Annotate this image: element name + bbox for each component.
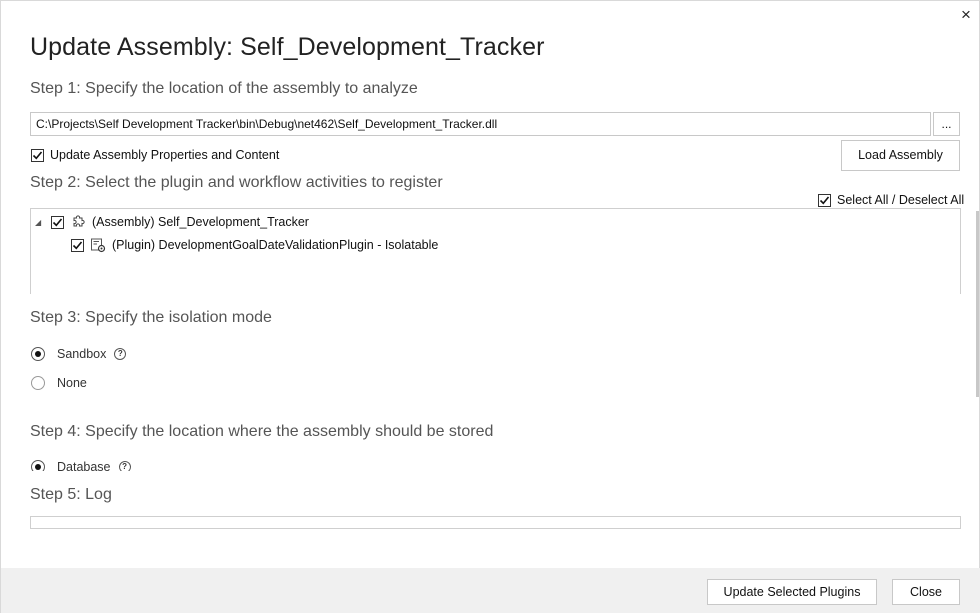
log-output — [30, 516, 961, 529]
step4-heading: Step 4: Specify the location where the a… — [30, 423, 494, 440]
puzzle-icon — [73, 215, 85, 227]
step5-heading: Step 5: Log — [30, 486, 112, 503]
close-button[interactable]: Close — [892, 579, 960, 605]
plugin-gear-icon — [91, 238, 106, 253]
tree-node-plugin[interactable]: (Plugin) DevelopmentGoalDateValidationPl… — [71, 237, 438, 253]
sandbox-radio[interactable] — [31, 347, 45, 361]
scrollbar[interactable] — [976, 211, 979, 397]
checkmark-icon — [32, 150, 43, 159]
update-selected-plugins-button[interactable]: Update Selected Plugins — [707, 579, 877, 605]
checkmark-icon — [72, 240, 83, 249]
sandbox-label: Sandbox — [57, 347, 107, 361]
database-label: Database — [57, 460, 111, 471]
plugin-node-checkbox[interactable] — [71, 238, 84, 252]
update-properties-checkbox-row[interactable]: Update Assembly Properties and Content — [31, 148, 279, 162]
isolation-none-option[interactable]: None — [31, 376, 87, 390]
none-label: None — [57, 376, 87, 390]
help-icon[interactable]: ? — [114, 348, 127, 360]
isolation-sandbox-option[interactable]: Sandbox ? — [31, 347, 127, 361]
browse-button[interactable]: ... — [933, 112, 960, 136]
update-properties-label: Update Assembly Properties and Content — [50, 148, 280, 162]
plugin-tree: ◢ (Assembly) Self_Development_Tracker (P… — [30, 208, 961, 294]
close-icon[interactable]: × — [957, 6, 975, 24]
step1-heading: Step 1: Specify the location of the asse… — [30, 80, 418, 97]
database-radio[interactable] — [31, 460, 45, 471]
assembly-path-input[interactable] — [30, 112, 931, 136]
tree-node-assembly[interactable]: ◢ (Assembly) Self_Development_Tracker — [35, 214, 309, 230]
tree-node-label: (Assembly) Self_Development_Tracker — [92, 215, 309, 229]
storage-options-clipped: Database ? — [1, 456, 601, 471]
none-radio[interactable] — [31, 376, 45, 390]
step2-heading: Step 2: Select the plugin and workflow a… — [30, 174, 443, 191]
tree-node-label: (Plugin) DevelopmentGoalDateValidationPl… — [112, 238, 439, 252]
update-assembly-dialog: × Update Assembly: Self_Development_Trac… — [0, 0, 980, 613]
expand-collapse-icon[interactable]: ◢ — [35, 218, 45, 227]
dialog-footer: Update Selected Plugins Close — [1, 568, 980, 613]
select-all-checkbox-row[interactable]: Select All / Deselect All — [818, 193, 964, 207]
storage-database-option[interactable]: Database ? — [31, 460, 131, 471]
load-assembly-button[interactable]: Load Assembly — [841, 140, 960, 171]
help-icon[interactable]: ? — [118, 461, 131, 471]
update-properties-checkbox[interactable] — [31, 148, 44, 162]
step3-heading: Step 3: Specify the isolation mode — [30, 309, 272, 326]
checkmark-icon — [52, 217, 63, 226]
select-all-label: Select All / Deselect All — [837, 193, 965, 207]
assembly-node-checkbox[interactable] — [51, 215, 64, 229]
dialog-title: Update Assembly: Self_Development_Tracke… — [30, 33, 545, 61]
select-all-checkbox[interactable] — [818, 193, 831, 207]
checkmark-icon — [819, 195, 830, 204]
